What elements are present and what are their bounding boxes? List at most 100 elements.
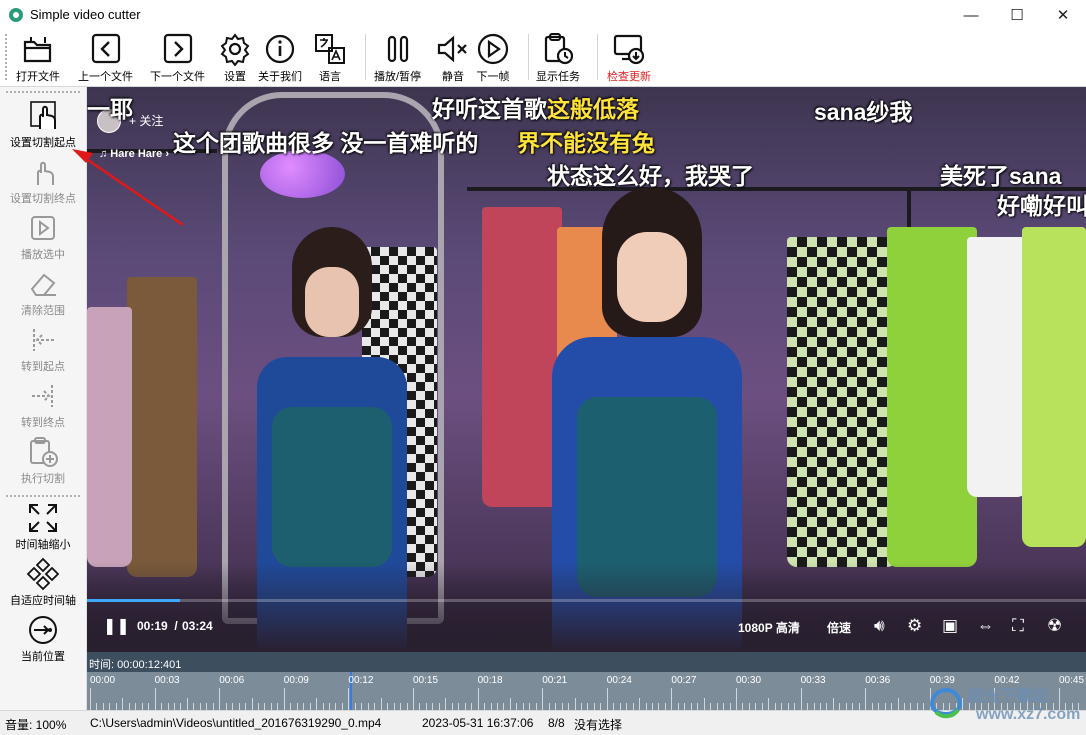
status-bar: 音量: 100% C:\Users\admin\Videos\untitled_… xyxy=(0,710,1086,735)
timeline-tick xyxy=(891,703,893,710)
speaker-muted-icon xyxy=(437,35,467,63)
check-update-button[interactable]: 检查更新 xyxy=(607,32,651,84)
timeline-tick xyxy=(574,698,576,710)
mute-button[interactable]: 静音 xyxy=(436,32,470,84)
timeline-tick xyxy=(335,703,337,710)
timeline-tick xyxy=(755,703,757,710)
timeline-tick xyxy=(664,703,666,710)
follow-button[interactable]: + 关注 xyxy=(129,112,163,129)
gear-icon[interactable]: ⚙ xyxy=(907,616,922,636)
set-cut-end-button[interactable]: 设置切割终点 xyxy=(0,155,86,211)
about-button[interactable]: 关于我们 xyxy=(258,32,302,84)
timeline-tick xyxy=(852,703,854,710)
timeline-tick-label: 00:06 xyxy=(219,675,245,686)
timeline-tick xyxy=(658,703,660,710)
chevron-left-icon xyxy=(91,33,120,64)
timeline-tick xyxy=(393,703,395,710)
sidebar-grip[interactable] xyxy=(6,495,80,497)
timeline-tick xyxy=(671,688,673,710)
widescreen-icon[interactable]: ⇔ xyxy=(977,616,994,636)
watermark-url: www.xz7.com xyxy=(976,706,1081,723)
timeline-tick xyxy=(296,703,298,710)
timeline-tick xyxy=(128,703,130,710)
speed-selector[interactable]: 倍速 xyxy=(827,619,851,636)
window-title: Simple video cutter xyxy=(30,7,141,22)
timeline-tick xyxy=(309,703,311,710)
timeline-tick xyxy=(729,703,731,710)
timeline-tick xyxy=(490,703,492,710)
music-tag[interactable]: ♫ Hare Hare › xyxy=(99,148,169,160)
danmu-comment: 状态这么好，我哭了 xyxy=(547,163,754,189)
fit-timeline-button[interactable]: 自适应时间轴 xyxy=(0,557,86,613)
pip-icon[interactable]: ▣ xyxy=(942,616,958,636)
play-pause-button[interactable]: 播放/暂停 xyxy=(374,32,421,84)
timeline-tick xyxy=(593,703,595,710)
timeline-tick-label: 00:12 xyxy=(348,675,374,686)
clothing xyxy=(1022,227,1086,547)
timeline-tick xyxy=(115,703,117,710)
toolbar-grip[interactable] xyxy=(5,34,10,80)
timeline-tick xyxy=(684,703,686,710)
player-pause-icon[interactable]: ❚❚ xyxy=(103,616,130,636)
minimize-button[interactable]: — xyxy=(948,0,994,30)
timeline-tick xyxy=(238,703,240,710)
settings-button[interactable]: 设置 xyxy=(218,32,252,84)
clothing xyxy=(967,237,1027,497)
quality-selector[interactable]: 1080P 高清 xyxy=(738,619,800,636)
timeline-tick xyxy=(387,703,389,710)
current-position-button[interactable]: 当前位置 xyxy=(0,613,86,669)
goto-start-button[interactable]: 转到起点 xyxy=(0,323,86,379)
timeline-tick xyxy=(697,703,699,710)
expand-arrows-icon xyxy=(29,504,57,532)
timeline-tick xyxy=(316,698,318,710)
timeline-tick xyxy=(761,703,763,710)
timeline-tick xyxy=(716,703,718,710)
maximize-button[interactable]: ☐ xyxy=(994,0,1040,30)
timeline-tick xyxy=(690,703,692,710)
play-selection-button[interactable]: 播放选中 xyxy=(0,211,86,267)
timeline-tick xyxy=(748,703,750,710)
timeline-tick xyxy=(903,703,905,710)
volume-icon[interactable]: 🔊︎ xyxy=(874,616,885,636)
zoom-out-timeline-button[interactable]: 时间轴缩小 xyxy=(0,501,86,557)
timeline-tick xyxy=(283,688,285,710)
timeline-tick xyxy=(555,703,557,710)
previous-file-button[interactable]: 上一个文件 xyxy=(78,32,133,84)
show-tasks-button[interactable]: 显示任务 xyxy=(536,32,580,84)
close-button[interactable]: ✕ xyxy=(1040,0,1086,30)
execute-cut-button[interactable]: 执行切割 xyxy=(0,435,86,491)
timeline-tick xyxy=(374,703,376,710)
sidebar-grip[interactable] xyxy=(6,91,80,93)
open-file-button[interactable]: 打开文件 xyxy=(16,32,60,84)
fullscreen-icon[interactable]: ⛶ xyxy=(1012,616,1024,636)
timeline-tick xyxy=(826,703,828,710)
goto-end-button[interactable]: 转到终点 xyxy=(0,379,86,435)
timeline-tick xyxy=(923,703,925,710)
clear-range-button[interactable]: 清除范围 xyxy=(0,267,86,323)
timeline-tick xyxy=(322,703,324,710)
timeline-tick xyxy=(529,703,531,710)
timeline-tick xyxy=(839,703,841,710)
set-cut-start-button[interactable]: 设置切割起点 xyxy=(0,99,86,155)
video-player[interactable]: + 关注 ♫ Hare Hare › 一耶 好听这首歌 这般低落 sana纱我 … xyxy=(87,87,1086,652)
danmu-toggle-icon[interactable]: ☢ xyxy=(1047,616,1062,636)
timeline-tick-label: 00:27 xyxy=(671,675,697,686)
main-toolbar: 打开文件 上一个文件 下一个文件 设置 关于我们 语言 播放/暂停 静音 下一帧… xyxy=(0,30,1086,87)
timeline-tick xyxy=(90,688,91,710)
timeline-tick xyxy=(865,688,867,710)
video-progress-bar[interactable] xyxy=(87,599,1086,602)
next-frame-button[interactable]: 下一帧 xyxy=(476,32,510,84)
site-watermark: 极光下载站 www.xz7.com xyxy=(926,680,1080,728)
timeline-tick-label: 00:00 xyxy=(90,675,116,686)
language-button[interactable]: 语言 xyxy=(313,32,347,84)
hand-pointer-icon xyxy=(37,161,54,185)
next-file-button[interactable]: 下一个文件 xyxy=(150,32,205,84)
play-circle-icon xyxy=(477,33,509,65)
timeline-tick xyxy=(910,703,912,710)
timeline-tick xyxy=(451,703,453,710)
timeline-tick xyxy=(858,703,860,710)
timeline-tick xyxy=(348,688,350,710)
timeline-tick xyxy=(225,703,227,710)
timeline-tick xyxy=(167,703,169,710)
timeline-tick xyxy=(606,688,608,710)
